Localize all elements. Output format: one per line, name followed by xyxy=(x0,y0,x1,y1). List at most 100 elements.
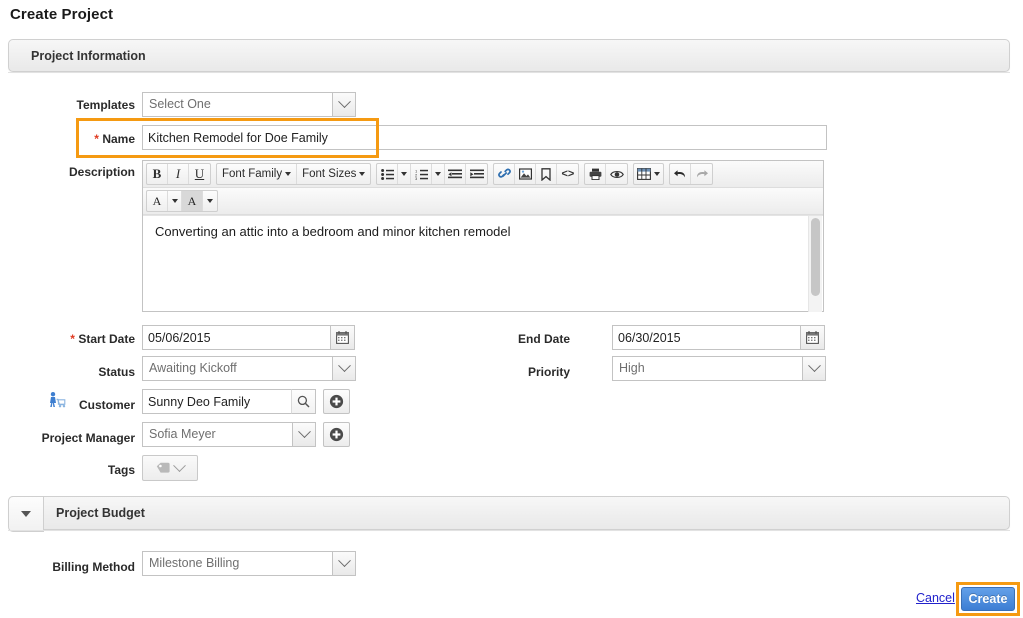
add-customer-button[interactable] xyxy=(323,389,350,414)
add-project-manager-button[interactable] xyxy=(323,422,350,447)
project-information-header-label: Project Information xyxy=(31,49,146,63)
start-date-label: * Start Date xyxy=(20,331,135,347)
text-color-icon[interactable]: A xyxy=(147,191,168,211)
chevron-down-icon xyxy=(285,172,291,176)
outdent-icon[interactable] xyxy=(445,164,466,184)
status-label: Status xyxy=(20,364,135,380)
required-marker: * xyxy=(94,132,99,146)
font-sizes-label: Font Sizes xyxy=(302,168,356,180)
background-color-chevron-icon[interactable] xyxy=(203,191,217,211)
panel-divider xyxy=(8,530,1010,531)
customer-label: Customer xyxy=(20,397,135,413)
cancel-link[interactable]: Cancel xyxy=(916,591,955,605)
name-input[interactable] xyxy=(142,125,827,150)
source-code-icon[interactable]: <> xyxy=(557,164,578,184)
start-date-input[interactable] xyxy=(142,325,331,350)
templates-select-value: Select One xyxy=(142,92,332,117)
status-select[interactable]: Awaiting Kickoff xyxy=(142,356,356,381)
project-manager-label: Project Manager xyxy=(20,430,135,446)
editor-toolbar-row-1: B I U Font Family Font Sizes 123 xyxy=(143,161,823,188)
priority-label: Priority xyxy=(455,364,570,380)
font-sizes-dropdown[interactable]: Font Sizes xyxy=(297,164,370,184)
end-date-label: End Date xyxy=(455,331,570,347)
chevron-down-icon xyxy=(21,511,31,517)
bullet-list-icon[interactable] xyxy=(377,164,398,184)
create-project-page: Create Project Project Information Templ… xyxy=(0,0,1023,618)
billing-method-select-value: Milestone Billing xyxy=(142,551,332,576)
priority-select[interactable]: High xyxy=(612,356,826,381)
print-preview-group xyxy=(584,163,628,185)
chevron-down-icon[interactable] xyxy=(292,422,316,447)
end-date-input[interactable] xyxy=(612,325,801,350)
search-icon[interactable] xyxy=(291,389,316,414)
insert-group: <> xyxy=(493,163,579,185)
page-title: Create Project xyxy=(10,6,113,23)
status-select-value: Awaiting Kickoff xyxy=(142,356,332,381)
bookmark-icon[interactable] xyxy=(536,164,557,184)
chevron-down-icon[interactable] xyxy=(332,92,356,117)
history-group xyxy=(669,163,713,185)
indent-icon[interactable] xyxy=(466,164,487,184)
chevron-down-icon xyxy=(359,172,365,176)
description-content-area[interactable]: Converting an attic into a bedroom and m… xyxy=(143,215,823,311)
redo-icon[interactable] xyxy=(691,164,712,184)
text-style-group: B I U xyxy=(146,163,211,185)
numbered-list-icon[interactable]: 123 xyxy=(411,164,432,184)
font-group: Font Family Font Sizes xyxy=(216,163,371,185)
customer-input[interactable] xyxy=(142,389,292,414)
text-color-chevron-icon[interactable] xyxy=(168,191,182,211)
print-icon[interactable] xyxy=(585,164,606,184)
description-text: Converting an attic into a bedroom and m… xyxy=(155,224,511,239)
preview-eye-icon[interactable] xyxy=(606,164,627,184)
italic-icon[interactable]: I xyxy=(168,164,189,184)
project-budget-panel-header: Project Budget xyxy=(8,496,1010,530)
project-information-panel-header: Project Information xyxy=(8,39,1010,72)
background-color-icon[interactable]: A xyxy=(182,191,203,211)
description-scrollbar[interactable] xyxy=(808,216,822,312)
project-budget-header-label: Project Budget xyxy=(56,506,145,520)
create-button[interactable]: Create xyxy=(961,587,1015,611)
bullet-list-chevron-icon[interactable] xyxy=(398,164,411,184)
customer-icon xyxy=(48,391,66,409)
name-label-text: Name xyxy=(102,132,135,146)
end-date-calendar-icon[interactable] xyxy=(800,325,825,350)
templates-select[interactable]: Select One xyxy=(142,92,356,117)
chevron-down-icon[interactable] xyxy=(332,356,356,381)
chevron-down-icon[interactable] xyxy=(802,356,826,381)
color-group: A A xyxy=(146,190,218,212)
tags-label: Tags xyxy=(20,462,135,478)
bold-icon[interactable]: B xyxy=(147,164,168,184)
list-align-group: 123 xyxy=(376,163,488,185)
table-icon[interactable] xyxy=(634,164,663,184)
project-manager-select[interactable]: Sofia Meyer xyxy=(142,422,316,447)
font-family-label: Font Family xyxy=(222,168,282,180)
project-manager-select-value: Sofia Meyer xyxy=(142,422,292,447)
priority-select-value: High xyxy=(612,356,802,381)
description-scrollbar-thumb[interactable] xyxy=(811,218,820,296)
description-rich-text-editor[interactable]: B I U Font Family Font Sizes 123 xyxy=(142,160,824,312)
svg-text:3: 3 xyxy=(415,176,418,180)
underline-icon[interactable]: U xyxy=(189,164,210,184)
link-icon[interactable] xyxy=(494,164,515,184)
templates-label: Templates xyxy=(20,97,135,113)
billing-method-select[interactable]: Milestone Billing xyxy=(142,551,356,576)
customer-label-text: Customer xyxy=(79,398,135,412)
image-icon[interactable] xyxy=(515,164,536,184)
tag-icon xyxy=(156,462,171,475)
numbered-list-chevron-icon[interactable] xyxy=(432,164,445,184)
name-label: * Name xyxy=(20,131,135,147)
editor-toolbar-row-2: A A xyxy=(143,188,823,215)
tags-button[interactable] xyxy=(142,455,198,481)
start-date-calendar-icon[interactable] xyxy=(330,325,355,350)
required-marker: * xyxy=(70,332,75,346)
undo-icon[interactable] xyxy=(670,164,691,184)
chevron-down-icon[interactable] xyxy=(332,551,356,576)
project-budget-collapse-toggle[interactable] xyxy=(8,496,44,532)
panel-divider xyxy=(8,72,1010,73)
description-label: Description xyxy=(20,164,135,180)
table-group xyxy=(633,163,664,185)
chevron-down-icon xyxy=(173,459,186,472)
billing-method-label: Billing Method xyxy=(20,559,135,575)
font-family-dropdown[interactable]: Font Family xyxy=(217,164,297,184)
start-date-label-text: Start Date xyxy=(78,332,135,346)
